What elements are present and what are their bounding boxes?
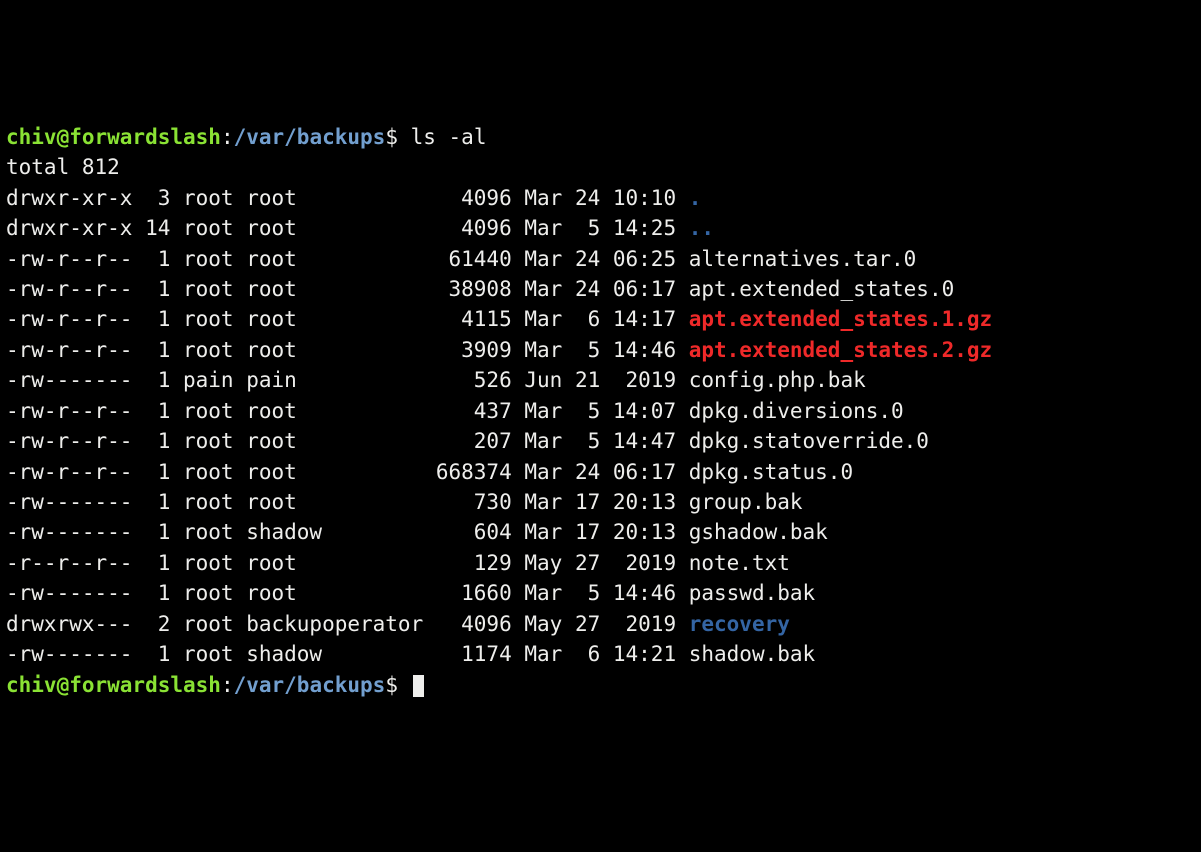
ls-row: drwxr-xr-x 14 root root 4096 Mar 5 14:25… (6, 213, 1195, 243)
file-meta: -rw------- 1 root shadow 1174 Mar 6 14:2… (6, 642, 689, 666)
file-name: dpkg.statoverride.0 (689, 429, 929, 453)
user-host: chiv@forwardslash (6, 125, 221, 149)
cwd-path: /var/backups (234, 673, 386, 697)
prompt-dollar: $ (385, 673, 410, 697)
file-meta: -rw-r--r-- 1 root root 437 Mar 5 14:07 (6, 399, 689, 423)
ls-row: -rw-r--r-- 1 root root 38908 Mar 24 06:1… (6, 274, 1195, 304)
ls-row: drwxr-xr-x 3 root root 4096 Mar 24 10:10… (6, 183, 1195, 213)
file-meta: -rw-r--r-- 1 root root 38908 Mar 24 06:1… (6, 277, 689, 301)
ls-row: drwxrwx--- 2 root backupoperator 4096 Ma… (6, 609, 1195, 639)
prompt-line[interactable]: chiv@forwardslash:/var/backups$ (6, 670, 1195, 700)
ls-row: -rw-r--r-- 1 root root 4115 Mar 6 14:17 … (6, 304, 1195, 334)
file-meta: -rw-r--r-- 1 root root 61440 Mar 24 06:2… (6, 247, 689, 271)
prompt-dollar: $ (385, 125, 410, 149)
ls-row: -rw-r--r-- 1 root root 207 Mar 5 14:47 d… (6, 426, 1195, 456)
ls-row: -rw------- 1 root shadow 604 Mar 17 20:1… (6, 517, 1195, 547)
ls-row: -rw-r--r-- 1 root root 437 Mar 5 14:07 d… (6, 396, 1195, 426)
file-meta: -rw-r--r-- 1 root root 668374 Mar 24 06:… (6, 460, 689, 484)
ls-row: -rw------- 1 root shadow 1174 Mar 6 14:2… (6, 639, 1195, 669)
file-meta: drwxrwx--- 2 root backupoperator 4096 Ma… (6, 612, 689, 636)
ls-row: -rw-r--r-- 1 root root 668374 Mar 24 06:… (6, 457, 1195, 487)
file-name: dpkg.diversions.0 (689, 399, 904, 423)
ls-row: -rw------- 1 root root 1660 Mar 5 14:46 … (6, 578, 1195, 608)
terminal[interactable]: chiv@forwardslash:/var/backups$ ls -alto… (6, 122, 1195, 700)
file-meta: -rw------- 1 pain pain 526 Jun 21 2019 (6, 368, 689, 392)
cwd-path: /var/backups (234, 125, 386, 149)
file-name: apt.extended_states.1.gz (689, 307, 992, 331)
cursor-icon (413, 675, 424, 697)
file-meta: -rw-r--r-- 1 root root 4115 Mar 6 14:17 (6, 307, 689, 331)
file-name: . (689, 186, 702, 210)
file-name: dpkg.status.0 (689, 460, 853, 484)
file-name: group.bak (689, 490, 803, 514)
file-meta: -rw------- 1 root shadow 604 Mar 17 20:1… (6, 520, 689, 544)
file-meta: drwxr-xr-x 3 root root 4096 Mar 24 10:10 (6, 186, 689, 210)
command-text: ls -al (411, 125, 487, 149)
file-meta: -rw------- 1 root root 730 Mar 17 20:13 (6, 490, 689, 514)
file-meta: -rw------- 1 root root 1660 Mar 5 14:46 (6, 581, 689, 605)
file-name: passwd.bak (689, 581, 815, 605)
file-name: alternatives.tar.0 (689, 247, 917, 271)
file-meta: -rw-r--r-- 1 root root 3909 Mar 5 14:46 (6, 338, 689, 362)
file-name: note.txt (689, 551, 790, 575)
prompt-colon: : (221, 673, 234, 697)
file-meta: drwxr-xr-x 14 root root 4096 Mar 5 14:25 (6, 216, 689, 240)
prompt-colon: : (221, 125, 234, 149)
file-name: recovery (689, 612, 790, 636)
ls-row: -rw-r--r-- 1 root root 61440 Mar 24 06:2… (6, 244, 1195, 274)
file-name: gshadow.bak (689, 520, 828, 544)
ls-row: -rw------- 1 pain pain 526 Jun 21 2019 c… (6, 365, 1195, 395)
prompt-line[interactable]: chiv@forwardslash:/var/backups$ ls -al (6, 122, 1195, 152)
ls-row: -rw-r--r-- 1 root root 3909 Mar 5 14:46 … (6, 335, 1195, 365)
file-meta: -r--r--r-- 1 root root 129 May 27 2019 (6, 551, 689, 575)
file-name: .. (689, 216, 714, 240)
user-host: chiv@forwardslash (6, 673, 221, 697)
file-name: config.php.bak (689, 368, 866, 392)
ls-row: -r--r--r-- 1 root root 129 May 27 2019 n… (6, 548, 1195, 578)
total-line: total 812 (6, 152, 1195, 182)
file-name: apt.extended_states.0 (689, 277, 955, 301)
file-meta: -rw-r--r-- 1 root root 207 Mar 5 14:47 (6, 429, 689, 453)
file-name: apt.extended_states.2.gz (689, 338, 992, 362)
file-name: shadow.bak (689, 642, 815, 666)
ls-row: -rw------- 1 root root 730 Mar 17 20:13 … (6, 487, 1195, 517)
